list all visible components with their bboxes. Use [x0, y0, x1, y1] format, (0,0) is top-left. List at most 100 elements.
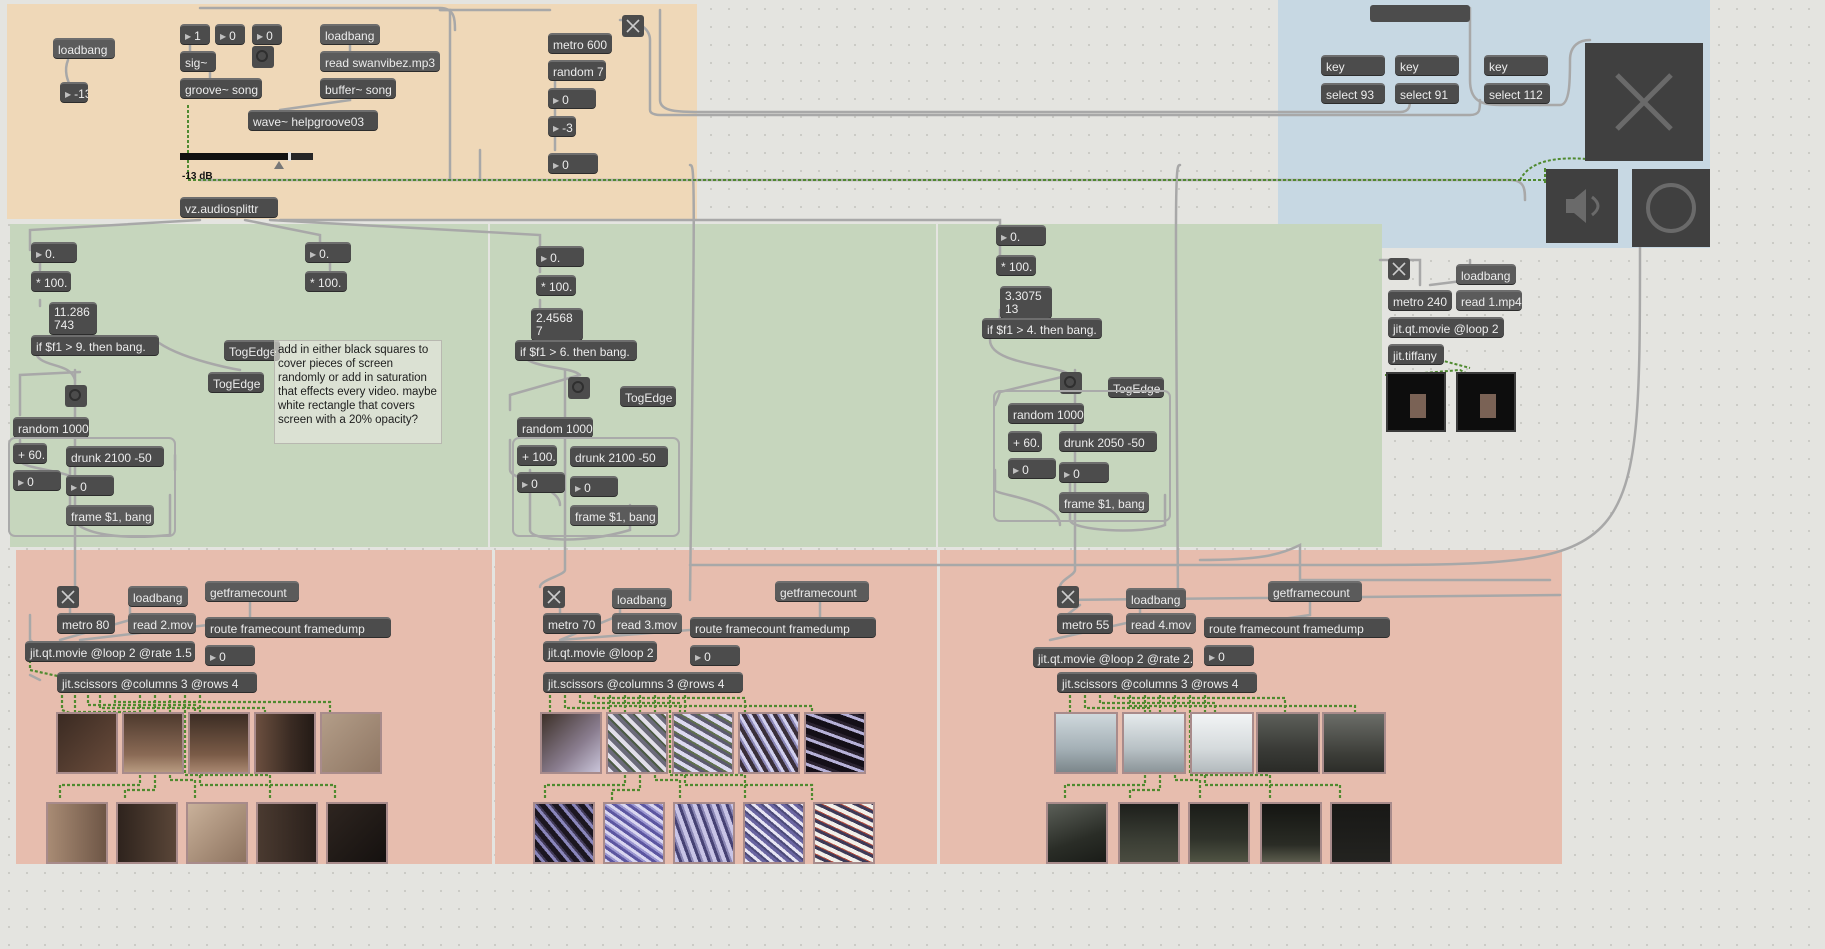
read-4mov-message[interactable]: read 4.mov: [1126, 613, 1196, 633]
movie-object-1[interactable]: jit.qt.movie @loop 2 @rate 1.5: [25, 641, 195, 661]
getframecount-1[interactable]: getframecount: [205, 581, 299, 601]
framecount-number-3[interactable]: 0: [1204, 645, 1254, 665]
speaker-button[interactable]: [1546, 169, 1618, 243]
toggle-x-icon: [1061, 590, 1075, 604]
metro-600-object[interactable]: metro 600: [548, 33, 612, 53]
framecount-number-2[interactable]: 0: [690, 645, 740, 665]
route-framecount-2[interactable]: route framecount framedump: [690, 617, 876, 637]
read-mp3-message[interactable]: read swanvibez.mp3: [320, 51, 440, 71]
metro-70-object[interactable]: metro 70: [543, 613, 601, 633]
loadbang-side[interactable]: loadbang: [1456, 264, 1516, 284]
note-comment: add in either black squares to cover pie…: [274, 340, 442, 444]
metro-80-object[interactable]: metro 80: [57, 613, 115, 633]
read-2mov-message[interactable]: read 2.mov: [128, 613, 196, 633]
float-number-c2[interactable]: 0.: [536, 246, 584, 266]
getframecount-2[interactable]: getframecount: [775, 581, 869, 601]
random-1000-c1[interactable]: random 1000: [13, 417, 89, 437]
random-1000-c2[interactable]: random 1000: [517, 417, 593, 437]
toggle-video-3[interactable]: [1057, 586, 1079, 608]
wave-object[interactable]: wave~ helpgroove03: [248, 110, 378, 130]
group-outline-c3: [993, 390, 1171, 522]
multiply-100-c1[interactable]: * 100.: [31, 271, 71, 291]
scissors-cell-2-4: [738, 712, 800, 774]
gain-slider[interactable]: [180, 152, 313, 161]
value-display-c1: 11.286 743: [49, 302, 97, 334]
toggle-side-player[interactable]: [1388, 258, 1410, 280]
bang-c1[interactable]: [65, 385, 87, 407]
loadbang-video-2[interactable]: loadbang: [612, 588, 672, 608]
scissors-cell-1-8: [186, 802, 248, 864]
top-header-bar: [1370, 5, 1470, 22]
scissors-cell-2-10: [813, 802, 875, 864]
scissors-object-3[interactable]: jit.scissors @columns 3 @rows 4: [1057, 672, 1257, 692]
multiply-100-c3[interactable]: * 100.: [996, 255, 1036, 275]
number-1[interactable]: 1: [180, 24, 210, 44]
circle-button-icon: [1646, 183, 1696, 233]
scissors-cell-3-7: [1118, 802, 1180, 864]
audiosplitter-object[interactable]: vz.audiosplittr: [180, 197, 278, 217]
key-object-1[interactable]: key: [1321, 55, 1385, 75]
toggle-x-icon: [626, 19, 640, 33]
bang-c2[interactable]: [568, 377, 590, 399]
loadbang-video-1[interactable]: loadbang: [128, 586, 188, 606]
loadbang-buffer[interactable]: loadbang: [320, 24, 380, 44]
scissors-cell-2-9: [743, 802, 805, 864]
buffer-object[interactable]: buffer~ song: [320, 78, 396, 98]
tiffany-object[interactable]: jit.tiffany: [1388, 344, 1444, 364]
toggle-video-2[interactable]: [543, 586, 565, 608]
select-91-object[interactable]: select 91: [1395, 83, 1459, 103]
movie-object-2[interactable]: jit.qt.movie @loop 2: [543, 641, 657, 661]
scissors-cell-3-9: [1260, 802, 1322, 864]
scissors-cell-1-9: [256, 802, 318, 864]
float-number-c1b[interactable]: 0.: [305, 242, 351, 262]
condition-c1[interactable]: if $f1 > 9. then bang.: [31, 335, 159, 355]
float-number-c1[interactable]: 0.: [31, 242, 77, 262]
number-metro-b[interactable]: -3: [548, 116, 576, 136]
toggle-video-1[interactable]: [57, 586, 79, 608]
read-3mov-message[interactable]: read 3.mov: [612, 613, 682, 633]
number-metro-c[interactable]: 0: [548, 153, 598, 173]
key-object-2[interactable]: key: [1395, 55, 1459, 75]
scissors-object-2[interactable]: jit.scissors @columns 3 @rows 4: [543, 672, 743, 692]
scissors-cell-3-3: [1190, 712, 1254, 774]
toggle-x-icon: [547, 590, 561, 604]
condition-c2[interactable]: if $f1 > 6. then bang.: [515, 340, 637, 360]
movie-object-3[interactable]: jit.qt.movie @loop 2 @rate 2.: [1033, 647, 1193, 667]
number-0b[interactable]: 0: [252, 24, 282, 44]
loadbang-video-3[interactable]: loadbang: [1126, 588, 1186, 608]
circle-button[interactable]: [1632, 169, 1710, 247]
togedge-c1b[interactable]: TogEdge: [208, 372, 264, 392]
select-93-object[interactable]: select 93: [1321, 83, 1385, 103]
scissors-object-1[interactable]: jit.scissors @columns 3 @rows 4: [57, 672, 257, 692]
metro-55-object[interactable]: metro 55: [1057, 613, 1113, 633]
video-panel-3: [940, 550, 1562, 864]
sig-object[interactable]: sig~: [180, 51, 216, 71]
number-minus13[interactable]: -13: [60, 82, 88, 102]
route-framecount-1[interactable]: route framecount framedump: [205, 617, 391, 637]
scissors-cell-3-5: [1322, 712, 1386, 774]
random-7-object[interactable]: random 7: [548, 60, 606, 80]
groove-object[interactable]: groove~ song: [180, 78, 262, 98]
toggle-metro-600[interactable]: [622, 15, 644, 37]
loadbang-audio[interactable]: loadbang: [53, 38, 115, 58]
metro-240-object[interactable]: metro 240: [1388, 290, 1452, 310]
read-mp4-message[interactable]: read 1.mp4: [1456, 290, 1522, 310]
number-0a[interactable]: 0: [215, 24, 245, 44]
multiply-100-c1b[interactable]: * 100.: [305, 271, 347, 291]
close-button[interactable]: [1585, 43, 1703, 161]
audio-bang-button[interactable]: [252, 46, 274, 68]
float-number-c3[interactable]: 0.: [996, 225, 1046, 245]
scissors-cell-2-6: [533, 802, 595, 864]
togedge-c1a[interactable]: TogEdge: [224, 340, 280, 360]
getframecount-3[interactable]: getframecount: [1268, 581, 1362, 601]
key-object-3[interactable]: key: [1484, 55, 1548, 75]
select-112-object[interactable]: select 112: [1484, 83, 1550, 103]
gain-knob-marker[interactable]: [288, 152, 292, 161]
route-framecount-3[interactable]: route framecount framedump: [1204, 617, 1390, 637]
movie-side-object[interactable]: jit.qt.movie @loop 2: [1388, 317, 1504, 337]
framecount-number-1[interactable]: 0: [205, 645, 255, 665]
togedge-c2[interactable]: TogEdge: [620, 386, 676, 406]
multiply-100-c2[interactable]: * 100.: [536, 275, 576, 295]
number-metro-a[interactable]: 0: [548, 88, 596, 108]
condition-c3[interactable]: if $f1 > 4. then bang.: [982, 318, 1102, 338]
